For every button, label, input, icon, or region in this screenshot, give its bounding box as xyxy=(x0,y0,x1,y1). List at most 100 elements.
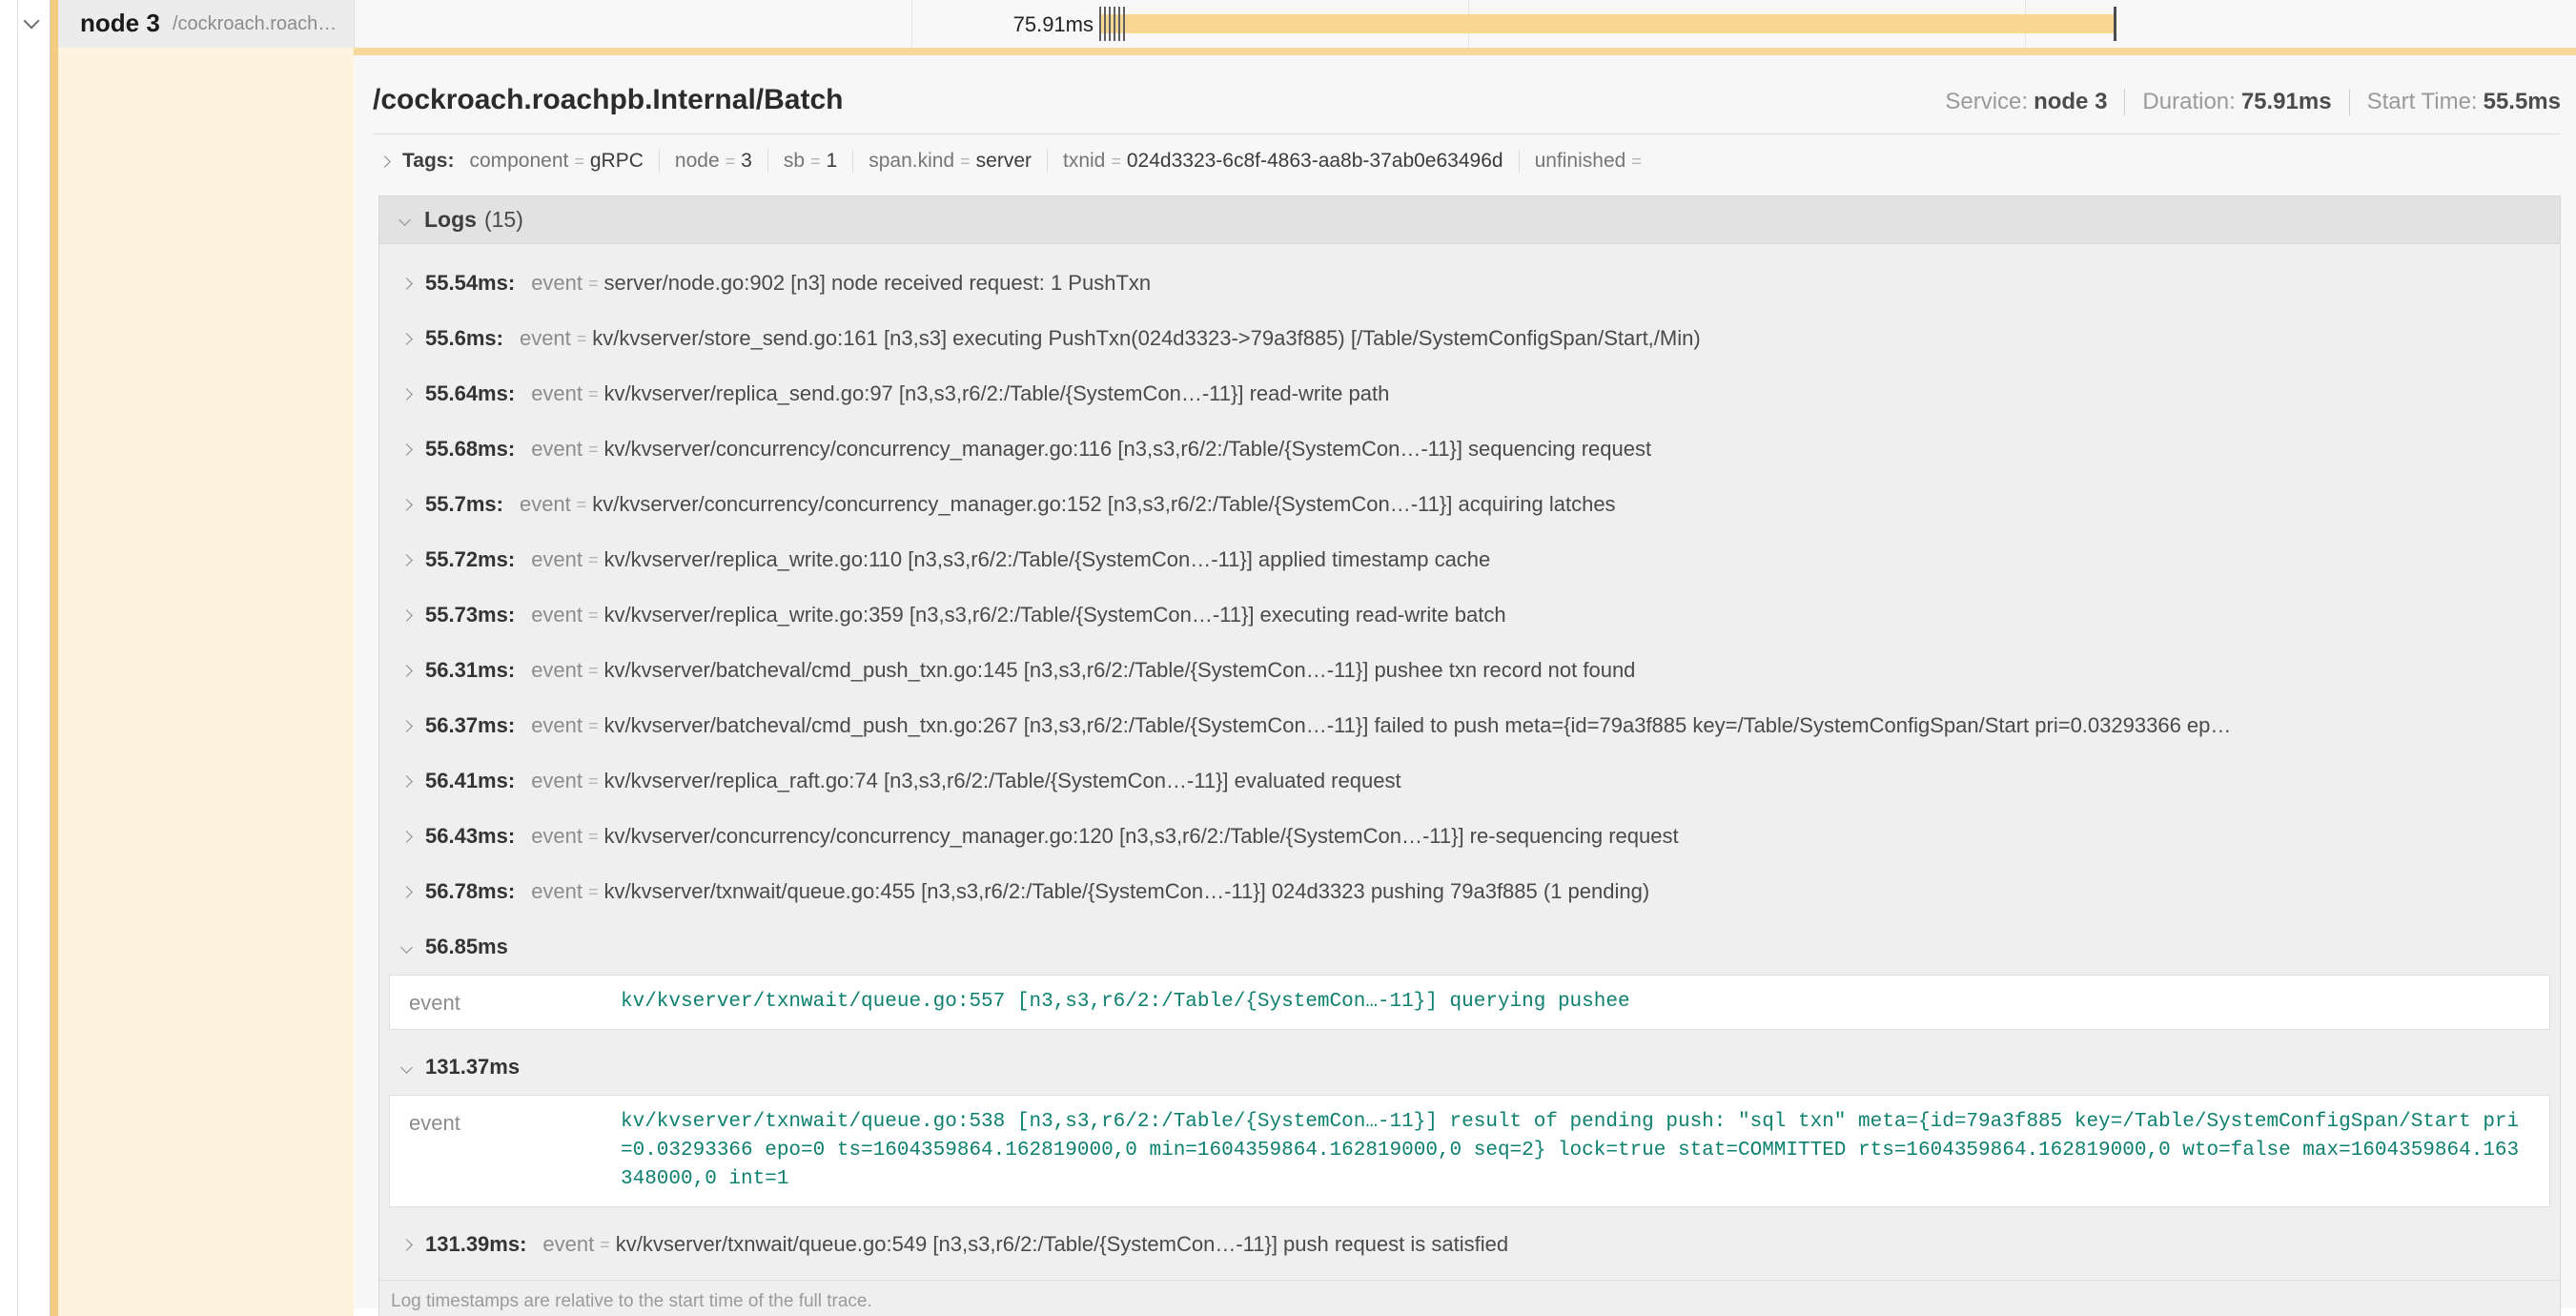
equals-sign: = xyxy=(588,440,599,460)
equals-sign: = xyxy=(577,329,587,349)
logs-body: 55.54ms:event=server/node.go:902 [n3] no… xyxy=(379,244,2560,1316)
log-row-expanded[interactable]: 56.85ms xyxy=(379,919,2560,975)
log-marker-tick xyxy=(1114,7,1115,41)
equals-sign: = xyxy=(577,495,587,515)
log-value: kv/kvserver/concurrency/concurrency_mana… xyxy=(592,492,1615,517)
log-row[interactable]: 55.64ms:event=kv/kvserver/replica_send.g… xyxy=(379,366,2560,422)
log-key: event xyxy=(520,492,571,517)
tag-span-kind: span.kind=server xyxy=(852,150,1047,173)
span-detail-panel: /cockroach.roachpb.Internal/Batch Servic… xyxy=(354,55,2576,1308)
log-marker-tick xyxy=(1118,7,1120,41)
tag-component: component = gRPC xyxy=(454,150,658,173)
meta-label: Start Time: xyxy=(2367,89,2478,114)
log-row[interactable]: 55.68ms:event=kv/kvserver/concurrency/co… xyxy=(379,422,2560,477)
log-row[interactable]: 55.72ms:event=kv/kvserver/replica_write.… xyxy=(379,532,2560,587)
meta-start-time: Start Time:55.5ms xyxy=(2349,89,2561,115)
equals-sign: = xyxy=(810,152,821,172)
tag-value: 024d3323-6c8f-4863-aa8b-37ab0e63496d xyxy=(1127,150,1503,173)
log-row[interactable]: 56.41ms:event=kv/kvserver/replica_raft.g… xyxy=(379,753,2560,809)
log-key: event xyxy=(531,603,583,627)
log-timestamp: 56.43ms: xyxy=(425,824,515,849)
log-key: event xyxy=(409,988,621,1016)
meta-label: Service: xyxy=(1945,89,2028,114)
meta-duration: Duration:75.91ms xyxy=(2124,89,2331,115)
log-key: event xyxy=(520,326,571,351)
tag-key: span.kind xyxy=(869,150,954,173)
log-row[interactable]: 55.54ms:event=server/node.go:902 [n3] no… xyxy=(379,256,2560,311)
log-marker-tick xyxy=(1109,7,1111,41)
log-row[interactable]: 56.37ms:event=kv/kvserver/batcheval/cmd_… xyxy=(379,698,2560,753)
log-timestamp: 56.85ms xyxy=(425,935,508,959)
log-value: kv/kvserver/batcheval/cmd_push_txn.go:14… xyxy=(604,658,1636,683)
equals-sign: = xyxy=(588,716,599,736)
chevron-right-icon xyxy=(378,155,391,168)
log-key: event xyxy=(531,547,583,572)
log-row[interactable]: 55.7ms: event =kv/kvserver/concurrency/con… xyxy=(379,477,2560,532)
equals-sign: = xyxy=(588,882,599,902)
equals-sign: = xyxy=(574,152,584,172)
log-timestamp: 56.31ms: xyxy=(425,658,515,683)
chevron-down-icon xyxy=(400,1061,413,1074)
log-detail-table: event kv/kvserver/txnwait/queue.go:538 [… xyxy=(389,1095,2550,1207)
log-timestamp: 55.6ms: xyxy=(425,326,503,351)
selected-span-top-strip xyxy=(354,48,2576,55)
log-row[interactable]: 56.78ms:event=kv/kvserver/txnwait/queue.… xyxy=(379,864,2560,919)
chevron-down-icon xyxy=(399,214,411,226)
log-timestamp: 55.68ms: xyxy=(425,437,515,462)
log-row[interactable]: 55.73ms:event=kv/kvserver/replica_write.… xyxy=(379,587,2560,643)
log-timestamp: 131.37ms xyxy=(425,1055,520,1080)
log-value: kv/kvserver/txnwait/queue.go:557 [n3,s3,… xyxy=(621,988,2530,1017)
tags-label: Tags: xyxy=(402,150,454,173)
selected-span-highlight-column xyxy=(58,48,354,1316)
chevron-right-icon xyxy=(400,388,413,401)
span-duration-label: 75.91ms xyxy=(946,12,1094,37)
span-operation-name[interactable]: /cockroach.roach… xyxy=(173,13,337,35)
chevron-right-icon xyxy=(400,1239,413,1251)
log-marker-tick xyxy=(1099,7,1101,41)
meta-value: node 3 xyxy=(2034,89,2107,114)
log-value: kv/kvserver/replica_write.go:110 [n3,s3,… xyxy=(604,547,1491,572)
log-timestamp: 55.73ms: xyxy=(425,603,515,627)
span-detail-meta: Service:node 3 Duration:75.91ms Start Ti… xyxy=(1945,89,2561,115)
equals-sign: = xyxy=(588,771,599,792)
log-key: event xyxy=(542,1232,594,1257)
log-row[interactable]: 55.6ms:event=kv/kvserver/store_send.go:1… xyxy=(379,311,2560,366)
equals-sign: = xyxy=(1631,152,1642,172)
log-timestamp: 55.7ms: xyxy=(425,492,503,517)
timeline-gridline xyxy=(911,0,912,48)
log-marker-tick xyxy=(2114,7,2116,41)
log-value: kv/kvserver/txnwait/queue.go:538 [n3,s3,… xyxy=(621,1108,2530,1194)
equals-sign: = xyxy=(588,827,599,847)
chevron-down-icon xyxy=(400,941,413,954)
log-timestamp: 56.37ms: xyxy=(425,713,515,738)
span-duration-bar[interactable] xyxy=(1099,14,2116,33)
logs-header[interactable]: Logs (15) xyxy=(379,196,2560,244)
log-key: event xyxy=(531,769,583,793)
chevron-right-icon xyxy=(400,665,413,677)
tag-sb: sb=1 xyxy=(767,150,852,173)
tags-row[interactable]: Tags: component=gRPC node=3 sb=1 span.ki… xyxy=(373,134,2561,186)
log-row[interactable]: 56.31ms:event=kv/kvserver/batcheval/cmd_… xyxy=(379,643,2560,698)
log-key: event xyxy=(531,271,583,296)
tree-indent-guide xyxy=(17,0,18,1316)
equals-sign: = xyxy=(588,384,599,404)
log-row-expanded[interactable]: 131.37ms xyxy=(379,1039,2560,1095)
chevron-right-icon xyxy=(400,775,413,788)
tag-value: gRPC xyxy=(590,150,644,173)
trace-viewer: node 3 /cockroach.roach… 75.91ms /cockro… xyxy=(0,0,2576,1316)
log-row[interactable]: 131.39ms:event=kv/kvserver/txnwait/queue… xyxy=(379,1217,2560,1272)
tag-value: 1 xyxy=(827,150,838,173)
collapse-span-chevron-down-icon[interactable] xyxy=(24,13,40,30)
chevron-right-icon xyxy=(400,609,413,622)
log-row[interactable]: 56.43ms:event=kv/kvserver/concurrency/co… xyxy=(379,809,2560,864)
log-marker-tick xyxy=(1104,7,1106,41)
tag-key: txnid xyxy=(1063,150,1105,173)
equals-sign: = xyxy=(588,274,599,294)
equals-sign: = xyxy=(588,550,599,570)
logs-count: (15) xyxy=(484,207,523,233)
span-service-name[interactable]: node 3 xyxy=(80,9,160,38)
span-timeline-row[interactable]: 75.91ms xyxy=(354,0,2576,48)
logs-footer-note: Log timestamps are relative to the start… xyxy=(379,1280,2560,1316)
tag-key: component xyxy=(469,150,568,173)
log-key: event xyxy=(531,658,583,683)
